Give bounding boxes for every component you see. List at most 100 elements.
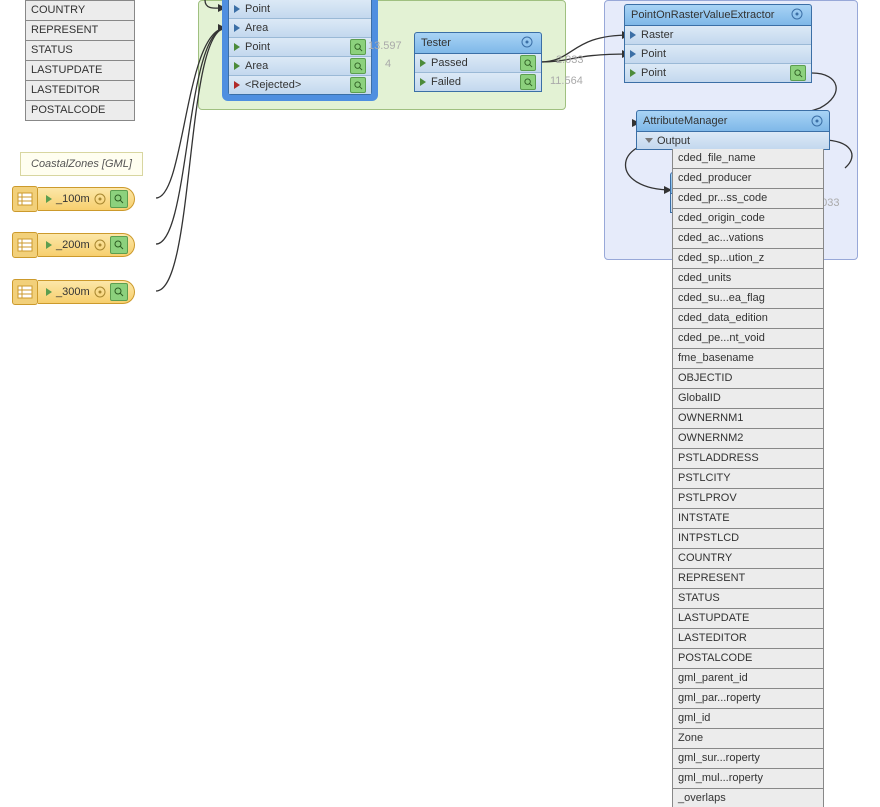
attr-cell: gml_id <box>672 709 824 729</box>
attr-cell: gml_par...roperty <box>672 689 824 709</box>
port-label: Point <box>641 48 666 60</box>
attr-cell: PSTLADDRESS <box>672 449 824 469</box>
attr-cell: POSTALCODE <box>672 649 824 669</box>
gear-icon[interactable] <box>92 237 108 253</box>
attr-cell: cded_data_edition <box>672 309 824 329</box>
attrmgr-output-label: Output <box>657 135 690 147</box>
attr-cell: fme_basename <box>672 349 824 369</box>
port-label: Failed <box>431 76 461 88</box>
inspect-icon[interactable] <box>110 283 128 301</box>
port-label: Point <box>245 3 270 15</box>
attr-cell: COUNTRY <box>25 0 135 21</box>
featuretype-icon <box>12 186 38 212</box>
attr-cell: REPRESENT <box>672 569 824 589</box>
port-label: Point <box>641 67 666 79</box>
clipper-point-in[interactable]: Point <box>229 0 371 18</box>
attrmgr-output-port[interactable]: Output <box>636 132 830 150</box>
porve-transformer[interactable]: PointOnRasterValueExtractor Raster Point… <box>624 4 812 83</box>
featuretype-icon <box>12 232 38 258</box>
inspect-icon[interactable] <box>350 39 366 55</box>
attrmgr-attribute-list: cded_file_namecded_producercded_pr...ss_… <box>672 149 824 807</box>
attr-cell: LASTEDITOR <box>25 81 135 101</box>
attr-cell: gml_sur...roperty <box>672 749 824 769</box>
attrmgr-title: AttributeManager <box>643 115 727 127</box>
reader-label: _300m <box>56 286 90 298</box>
attr-cell: STATUS <box>25 41 135 61</box>
attr-cell: cded_file_name <box>672 149 824 169</box>
clipper-point-count: 13.597 <box>368 40 402 52</box>
gear-icon[interactable] <box>92 284 108 300</box>
attr-cell: GlobalID <box>672 389 824 409</box>
inspect-icon[interactable] <box>350 77 366 93</box>
attr-cell: STATUS <box>672 589 824 609</box>
clipper-area-count: 4 <box>385 58 391 70</box>
reader-100m[interactable]: _100m <box>12 186 135 212</box>
clipper-transformer[interactable]: Point Area Point Area <Rejected> <box>222 0 378 101</box>
attr-cell: cded_units <box>672 269 824 289</box>
attr-cell: LASTEDITOR <box>672 629 824 649</box>
porve-raster-in[interactable]: Raster <box>625 26 811 44</box>
gear-icon[interactable] <box>791 8 805 22</box>
inspect-icon[interactable] <box>520 74 536 90</box>
porve-point-in[interactable]: Point <box>625 44 811 63</box>
attr-cell: PSTLCITY <box>672 469 824 489</box>
attr-cell: POSTALCODE <box>25 101 135 121</box>
attr-cell: INTPSTLCD <box>672 529 824 549</box>
attr-cell: INTSTATE <box>672 509 824 529</box>
attr-cell: LASTUPDATE <box>25 61 135 81</box>
porve-point-out[interactable]: Point <box>625 63 811 82</box>
gear-icon[interactable] <box>521 36 535 50</box>
attr-cell: OBJECTID <box>672 369 824 389</box>
attr-cell: LASTUPDATE <box>672 609 824 629</box>
port-label: <Rejected> <box>245 79 301 91</box>
port-label: Passed <box>431 57 468 69</box>
inspect-icon[interactable] <box>520 55 536 71</box>
clipper-area-out[interactable]: Area <box>229 56 371 75</box>
inspect-icon[interactable] <box>790 65 806 81</box>
gear-icon[interactable] <box>811 115 823 127</box>
gear-icon[interactable] <box>92 191 108 207</box>
attr-cell: OWNERNM2 <box>672 429 824 449</box>
attr-cell: cded_sp...ution_z <box>672 249 824 269</box>
inspect-icon[interactable] <box>350 58 366 74</box>
attr-cell: cded_pr...ss_code <box>672 189 824 209</box>
inspect-icon[interactable] <box>110 236 128 254</box>
output-tri-icon <box>46 288 52 296</box>
attr-cell: cded_producer <box>672 169 824 189</box>
clipper-rejected[interactable]: <Rejected> <box>229 75 371 94</box>
disclosure-triangle-icon[interactable] <box>645 138 653 143</box>
coastalzones-text: CoastalZones [GML] <box>31 158 132 170</box>
output-tri-icon <box>46 241 52 249</box>
attr-cell: REPRESENT <box>25 21 135 41</box>
reader-200m[interactable]: _200m <box>12 232 135 258</box>
port-label: Area <box>245 60 268 72</box>
attr-cell: Zone <box>672 729 824 749</box>
clipper-point-out[interactable]: Point <box>229 37 371 56</box>
reader-label: _200m <box>56 239 90 251</box>
attributemanager[interactable]: AttributeManager Output <box>636 110 830 150</box>
port-label: Area <box>245 22 268 34</box>
inspect-icon[interactable] <box>110 190 128 208</box>
tester-passed-count: 2.033 <box>556 54 584 66</box>
partial-attribute-list: COUNTRYREPRESENTSTATUSLASTUPDATELASTEDIT… <box>25 0 135 121</box>
tester-transformer[interactable]: Tester Passed Failed <box>414 32 542 92</box>
attr-cell: cded_ac...vations <box>672 229 824 249</box>
attr-cell: OWNERNM1 <box>672 409 824 429</box>
tester-failed[interactable]: Failed <box>415 72 541 91</box>
featuretype-icon <box>12 279 38 305</box>
tester-passed[interactable]: Passed <box>415 54 541 72</box>
attr-cell: gml_parent_id <box>672 669 824 689</box>
port-label: Raster <box>641 29 673 41</box>
attr-cell: COUNTRY <box>672 549 824 569</box>
reader-300m[interactable]: _300m <box>12 279 135 305</box>
clipper-area-in[interactable]: Area <box>229 18 371 37</box>
attr-cell: gml_mul...roperty <box>672 769 824 789</box>
porve-title: PointOnRasterValueExtractor <box>631 9 774 21</box>
attr-cell: PSTLPROV <box>672 489 824 509</box>
attr-cell: _overlaps <box>672 789 824 807</box>
attr-cell: cded_pe...nt_void <box>672 329 824 349</box>
output-tri-icon <box>46 195 52 203</box>
port-label: Point <box>245 41 270 53</box>
reader-label: _100m <box>56 193 90 205</box>
tester-title: Tester <box>421 37 451 49</box>
